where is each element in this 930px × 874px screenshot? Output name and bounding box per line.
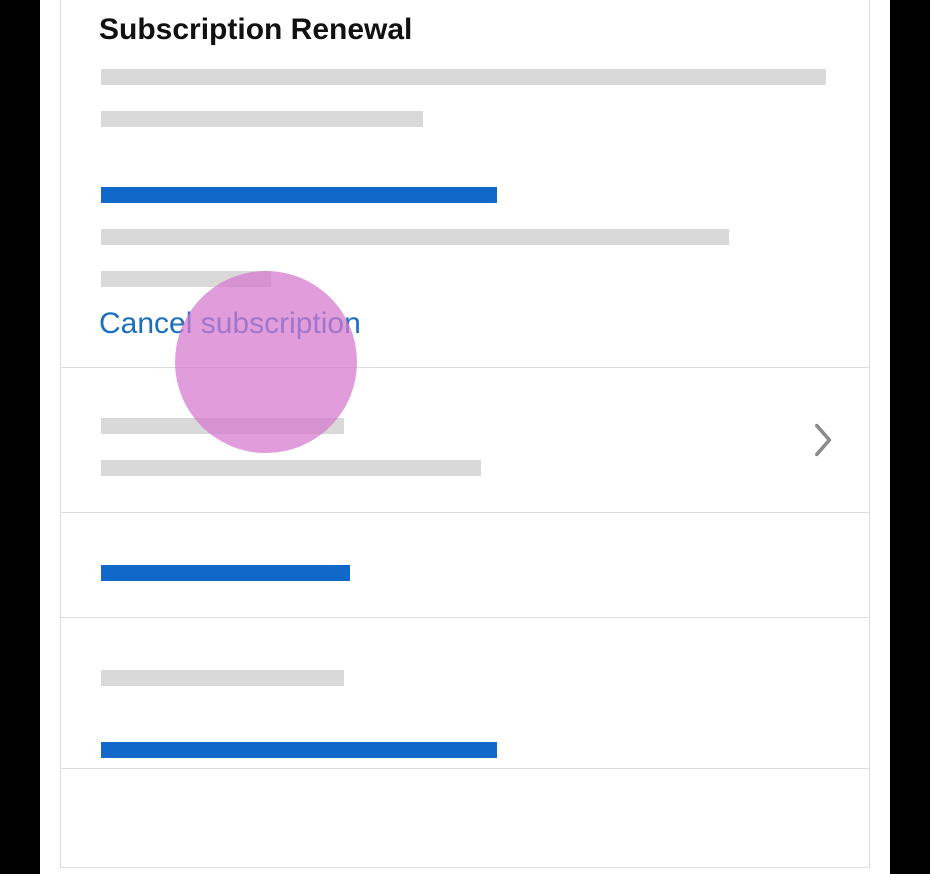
settings-row-3[interactable]	[61, 618, 869, 768]
skeleton-line	[101, 418, 344, 434]
page-background: Subscription Renewal Cancel subscription	[40, 0, 890, 874]
subscription-card: Subscription Renewal Cancel subscription	[60, 0, 870, 868]
description-skeleton	[61, 47, 869, 127]
section-title: Subscription Renewal	[61, 0, 869, 47]
detail-skeleton	[61, 153, 869, 287]
settings-row-1[interactable]	[61, 368, 869, 512]
skeleton-line	[101, 111, 423, 127]
skeleton-line	[101, 460, 481, 476]
skeleton-line	[101, 187, 497, 203]
cancel-subscription-link[interactable]: Cancel subscription	[61, 295, 869, 367]
settings-row-2[interactable]	[61, 513, 869, 617]
skeleton-line	[101, 69, 826, 85]
skeleton-line	[101, 229, 729, 245]
skeleton-line	[101, 742, 497, 758]
divider	[61, 768, 869, 769]
chevron-right-icon	[813, 422, 835, 458]
skeleton-line	[101, 271, 271, 287]
skeleton-line	[101, 670, 344, 686]
skeleton-line	[101, 565, 350, 581]
